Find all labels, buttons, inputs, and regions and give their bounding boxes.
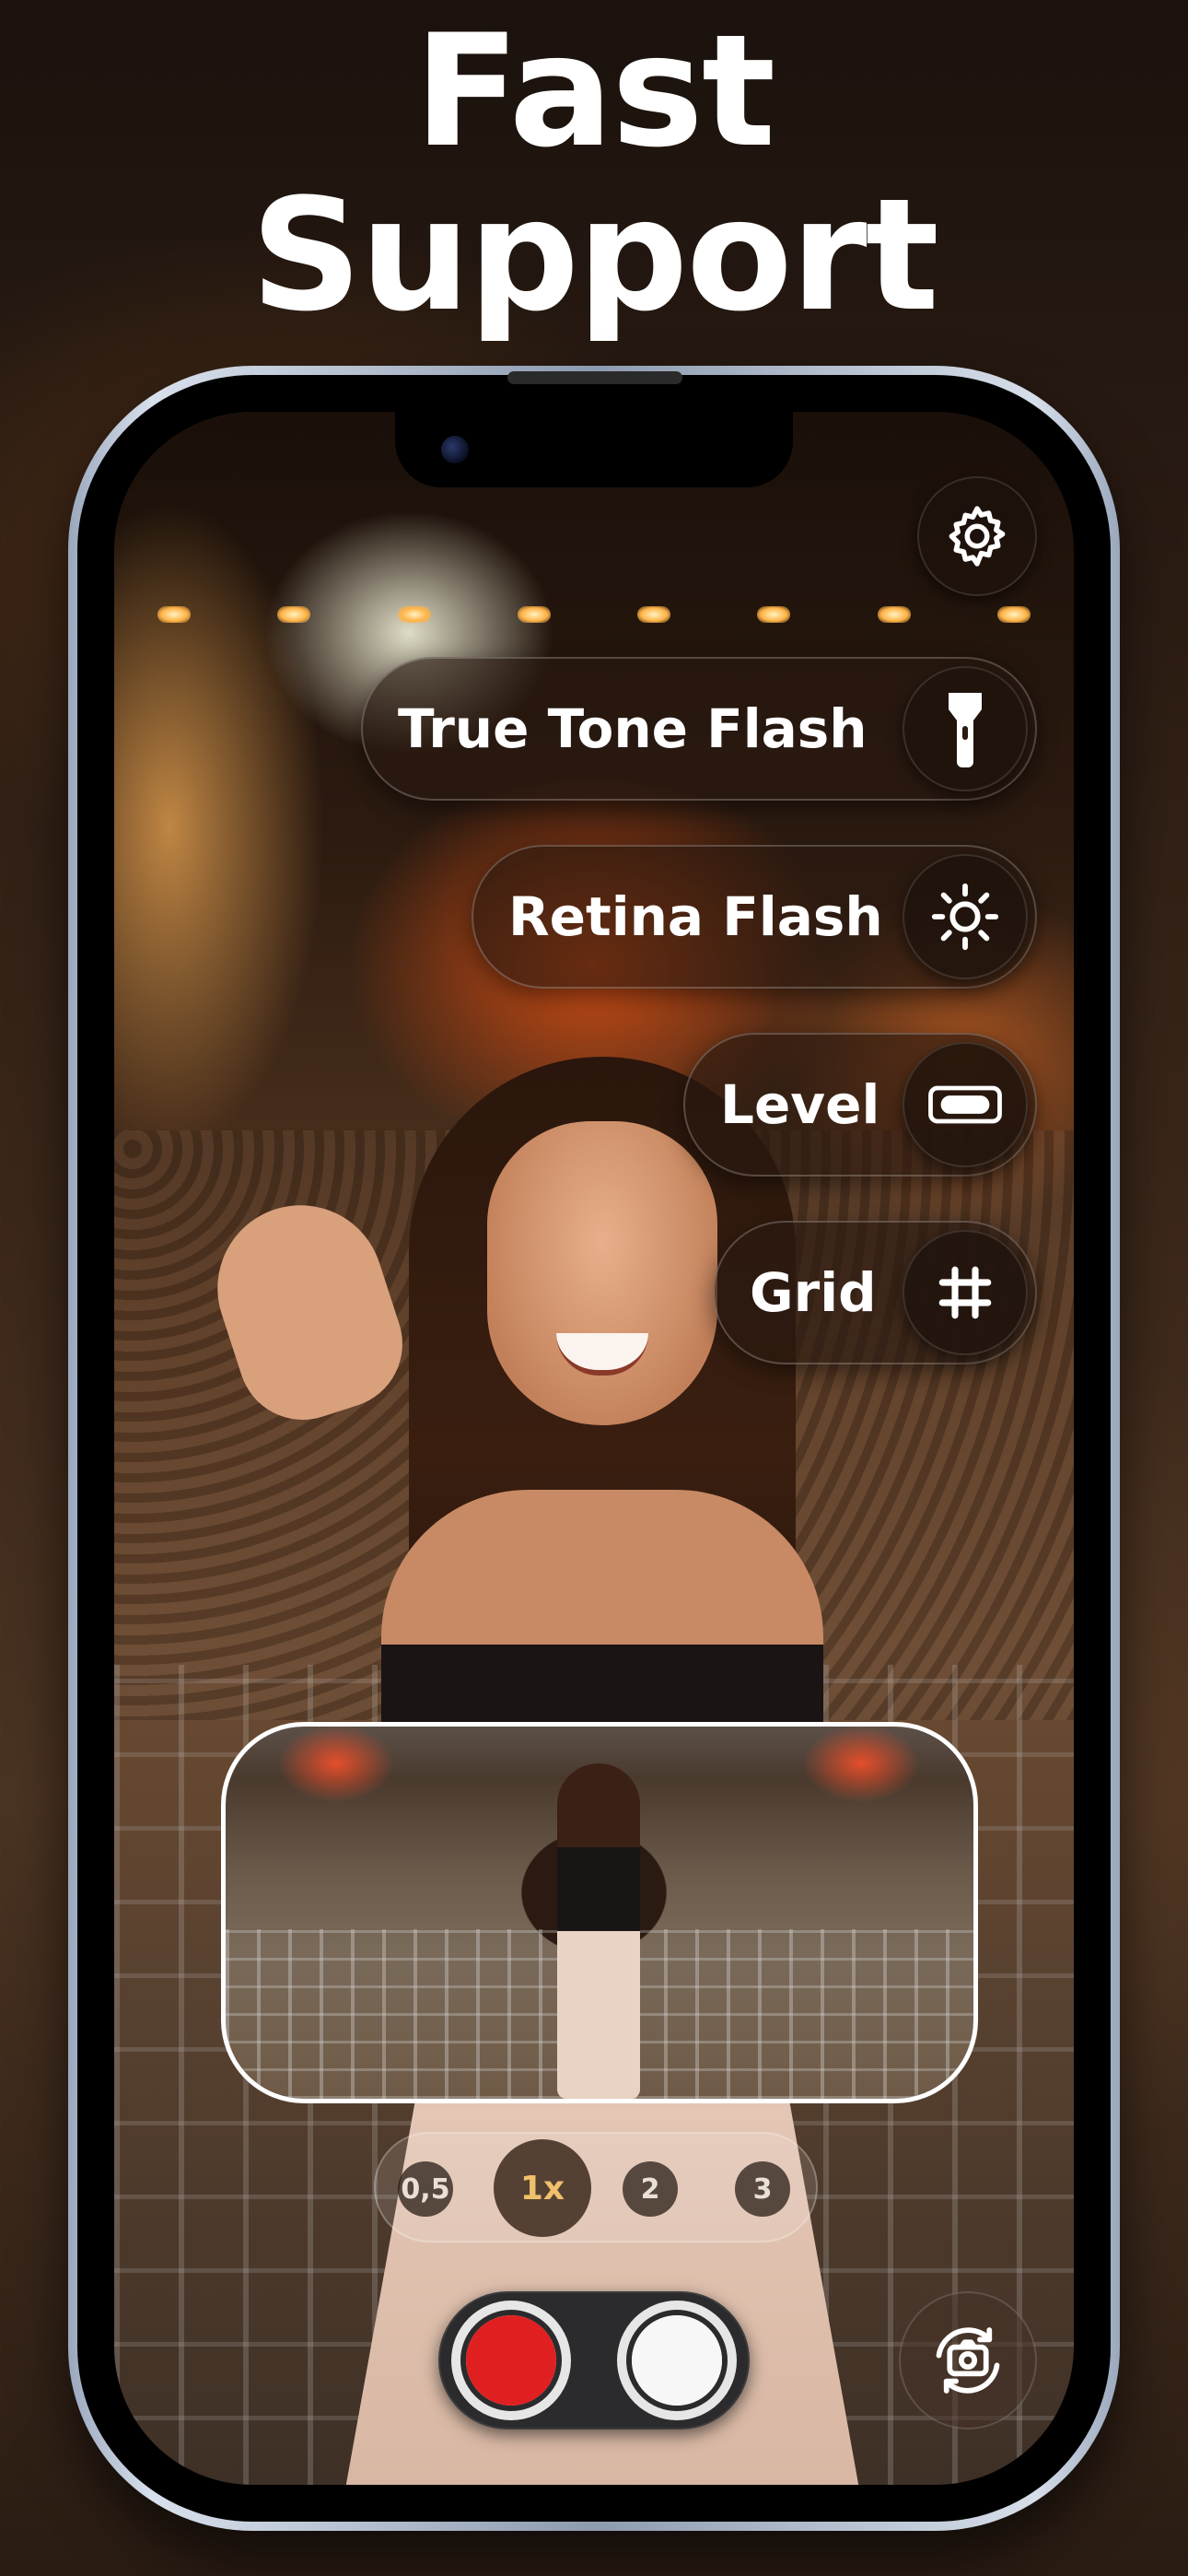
zoom-option-0-5[interactable]: 0,5 xyxy=(398,2161,453,2217)
camera-viewfinder[interactable]: True Tone Flash Retina Flash Level Grid … xyxy=(114,412,1074,2485)
headline-line-2: Support xyxy=(250,165,939,345)
sun-icon xyxy=(931,883,999,951)
subject-face xyxy=(487,1121,717,1425)
zoom-selector: 0,5 1x 2 3 xyxy=(374,2132,818,2242)
zoom-option-2[interactable]: 2 xyxy=(623,2161,678,2217)
zoom-option-1x[interactable]: 1x xyxy=(494,2139,591,2237)
stage-light xyxy=(277,606,311,623)
flip-camera-button[interactable] xyxy=(899,2291,1037,2430)
headline: Fast Support xyxy=(0,9,1188,337)
stage-light xyxy=(757,606,791,623)
retina-flash-icon-button[interactable] xyxy=(903,854,1028,979)
pip-subject xyxy=(557,1763,640,2099)
earpiece-speaker xyxy=(507,371,682,384)
level-label: Level xyxy=(720,1073,880,1136)
zoom-option-3[interactable]: 3 xyxy=(735,2161,790,2217)
grid-toggle[interactable]: Grid xyxy=(713,1221,1037,1364)
stage-light xyxy=(517,606,551,623)
true-tone-flash-toggle[interactable]: True Tone Flash xyxy=(361,657,1037,801)
stage-light xyxy=(157,606,192,623)
headline-line-1: Fast xyxy=(413,1,776,181)
stage-light xyxy=(996,606,1031,623)
retina-flash-label: Retina Flash xyxy=(508,885,883,948)
front-camera-lens xyxy=(441,436,469,463)
stage-lights xyxy=(114,596,1074,633)
stage-light xyxy=(877,606,911,623)
grid-icon xyxy=(938,1266,992,1319)
dynamic-island xyxy=(395,412,793,487)
shutter-controls xyxy=(438,2291,750,2430)
retina-flash-toggle[interactable]: Retina Flash xyxy=(472,845,1037,989)
level-toggle[interactable]: Level xyxy=(683,1033,1037,1177)
camera-flip-icon xyxy=(936,2327,1000,2394)
stage-light xyxy=(637,606,671,623)
true-tone-flash-icon-button[interactable] xyxy=(903,666,1028,791)
flashlight-icon xyxy=(949,693,982,767)
settings-button[interactable] xyxy=(917,476,1037,596)
gear-icon xyxy=(949,506,1006,567)
phone-frame: True Tone Flash Retina Flash Level Grid … xyxy=(68,366,1120,2531)
promo-stage: Fast Support True Tone Flash Retina Flas… xyxy=(0,0,1188,2576)
take-photo-button[interactable] xyxy=(617,2301,737,2420)
grid-label: Grid xyxy=(750,1261,877,1324)
grid-icon-button[interactable] xyxy=(903,1230,1028,1355)
true-tone-flash-label: True Tone Flash xyxy=(398,697,868,760)
record-video-button[interactable] xyxy=(451,2301,571,2420)
level-icon-button[interactable] xyxy=(903,1042,1028,1167)
stage-light xyxy=(397,606,431,623)
pip-preview[interactable] xyxy=(221,1722,978,2103)
level-icon xyxy=(928,1085,1002,1124)
